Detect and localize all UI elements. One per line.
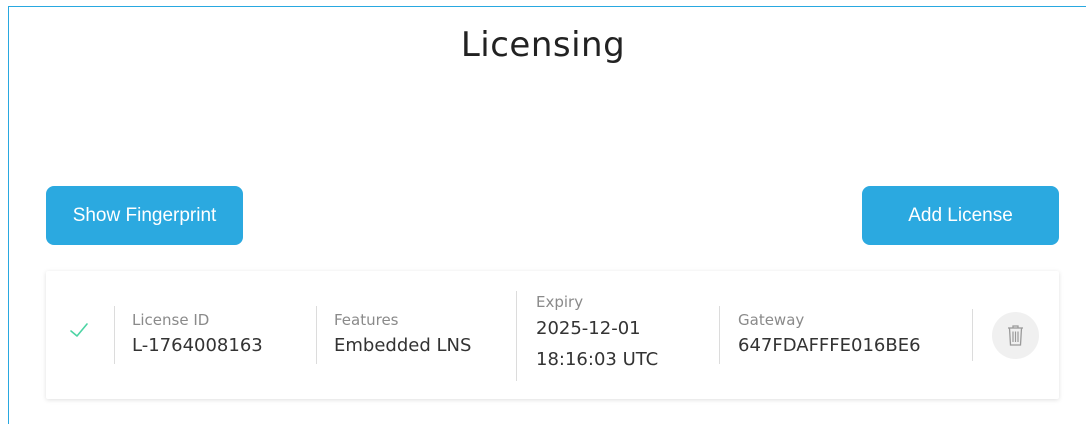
expiry-time: 18:16:03 UTC: [536, 349, 659, 370]
page-title: Licensing: [460, 25, 626, 65]
features-label: Features: [334, 311, 399, 329]
column-divider: [719, 306, 720, 364]
gateway-label: Gateway: [738, 311, 805, 329]
expiry-column: Expiry 2025-12-01 18:16:03 UTC: [536, 291, 658, 375]
gateway-value: 647FDAFFFE016BE6: [738, 335, 921, 356]
checkmark-icon: [68, 319, 90, 341]
add-license-button[interactable]: Add License: [862, 186, 1059, 245]
features-column: Features Embedded LNS: [334, 309, 471, 361]
features-value: Embedded LNS: [334, 335, 472, 356]
license-card: License ID L-1764008163 Features Embedde…: [46, 271, 1059, 399]
column-divider: [516, 291, 517, 381]
column-divider: [114, 306, 115, 364]
trash-icon: [1008, 325, 1023, 346]
expiry-date: 2025-12-01: [536, 318, 641, 339]
show-fingerprint-button[interactable]: Show Fingerprint: [46, 186, 243, 245]
license-id-value: L-1764008163: [132, 335, 263, 356]
column-divider: [316, 306, 317, 364]
license-id-column: License ID L-1764008163: [132, 309, 263, 361]
column-divider: [972, 309, 973, 361]
license-id-label: License ID: [132, 311, 210, 329]
delete-license-button[interactable]: [992, 312, 1039, 359]
expiry-label: Expiry: [536, 293, 584, 311]
gateway-column: Gateway 647FDAFFFE016BE6: [738, 309, 921, 361]
